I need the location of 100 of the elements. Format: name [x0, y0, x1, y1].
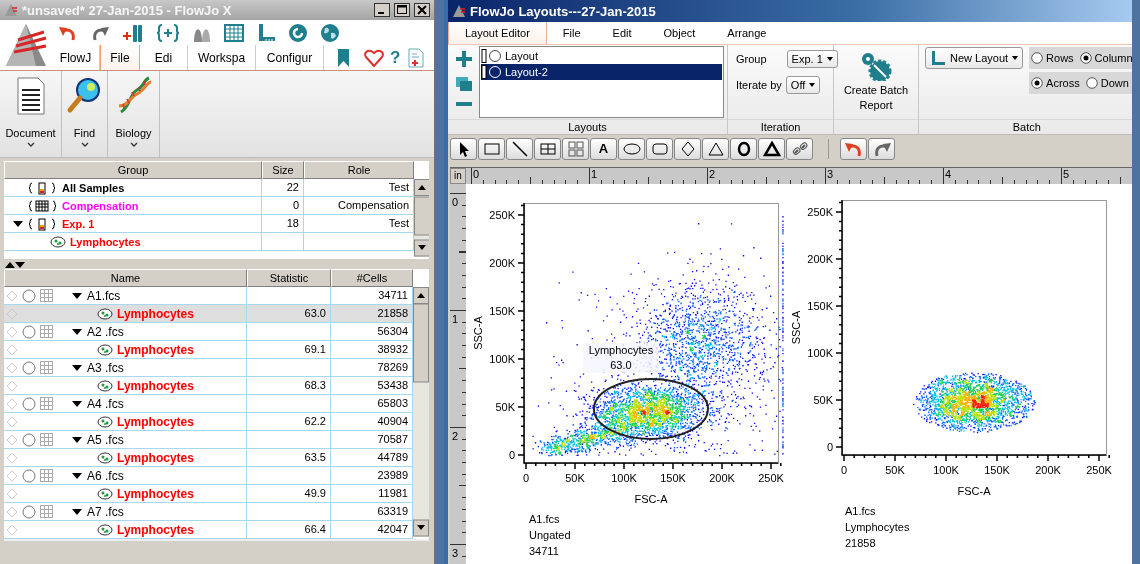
column-header[interactable]: Name: [4, 269, 247, 287]
table-row[interactable]: Lymphocytes 62.2 40904: [4, 413, 413, 431]
layout-item[interactable]: Layout: [481, 48, 722, 64]
layout-item[interactable]: Layout-2: [481, 64, 722, 80]
circle-icon[interactable]: [22, 432, 36, 447]
column-header[interactable]: #Cells: [331, 269, 413, 287]
group-name[interactable]: Exp. 1: [62, 217, 95, 230]
radio-option[interactable]: Rows: [1031, 52, 1074, 64]
menu-tab[interactable]: File: [546, 22, 597, 44]
duplicate-icon[interactable]: [455, 76, 473, 92]
radio-unchecked-icon: [1031, 52, 1044, 64]
gate-name[interactable]: Lymphocytes: [117, 378, 194, 393]
tool-button[interactable]: [506, 137, 533, 160]
expanded-triangle-icon[interactable]: [71, 470, 83, 481]
sample-name[interactable]: A7 .fcs: [87, 504, 124, 519]
table-row[interactable]: A4 .fcs 65803: [4, 395, 413, 413]
group-name[interactable]: Lymphocytes: [70, 235, 141, 248]
braces-icon[interactable]: [156, 22, 180, 43]
radio-option[interactable]: Column: [1079, 52, 1132, 64]
globe-icon[interactable]: [320, 22, 340, 43]
group-dropdown[interactable]: Exp. 1: [786, 50, 838, 68]
group-name[interactable]: All Samples: [62, 181, 125, 194]
minimize-icon[interactable]: [374, 3, 390, 17]
tool-button[interactable]: [730, 137, 757, 160]
plus-icon[interactable]: [455, 50, 473, 68]
gate-name[interactable]: Lymphocytes: [117, 342, 194, 357]
tool-button[interactable]: [618, 137, 645, 160]
gate-name[interactable]: Lymphocytes: [117, 414, 194, 429]
ribbon-button[interactable]: Find: [62, 71, 108, 157]
table-row[interactable]: Lymphocytes 68.3 53438: [4, 377, 413, 395]
menu-tab[interactable]: Arrange: [711, 22, 783, 44]
ribbon-tab[interactable]: Workspa: [188, 45, 256, 70]
expanded-triangle-icon[interactable]: [12, 218, 24, 229]
expanded-triangle-icon[interactable]: [71, 506, 83, 517]
table-row[interactable]: Lymphocytes 63.5 44789: [4, 449, 413, 467]
column-header[interactable]: Role: [304, 161, 414, 179]
maximize-icon[interactable]: [394, 3, 410, 17]
table-row[interactable]: Lymphocytes 69.1 38932: [4, 341, 413, 359]
document-plus-icon[interactable]: [406, 47, 427, 68]
radio-option[interactable]: Down: [1085, 77, 1129, 89]
expanded-triangle-icon[interactable]: [71, 398, 83, 409]
create-batch-report-button[interactable]: Create Batch Report: [836, 47, 916, 113]
gate-name[interactable]: Lymphocytes: [117, 522, 194, 537]
ruler-l-icon[interactable]: [256, 22, 276, 43]
menu-tab[interactable]: Object: [647, 22, 712, 44]
circle-icon[interactable]: [22, 396, 36, 411]
heart-icon[interactable]: [364, 47, 384, 68]
text-tool-button[interactable]: A: [590, 137, 617, 160]
minus-icon[interactable]: [455, 100, 473, 108]
column-header[interactable]: Size: [262, 161, 304, 179]
add-tube-icon[interactable]: [122, 22, 144, 43]
expanded-triangle-icon[interactable]: [71, 434, 83, 445]
ribbon-tab[interactable]: Edi: [140, 45, 188, 70]
expanded-triangle-icon[interactable]: [71, 326, 83, 337]
grid-icon[interactable]: [224, 22, 244, 43]
circle-icon[interactable]: [22, 324, 36, 339]
tool-button[interactable]: [758, 137, 785, 160]
table-row[interactable]: A6 .fcs 23989: [4, 467, 413, 485]
table-row[interactable]: Lymphocytes 49.9 11981: [4, 485, 413, 503]
iterate-dropdown[interactable]: Off: [785, 76, 821, 94]
table-row[interactable]: A7 .fcs 63319: [4, 503, 413, 521]
tool-button[interactable]: [450, 137, 477, 160]
column-header[interactable]: Group: [4, 161, 262, 179]
tool-button[interactable]: [646, 137, 673, 160]
circle-icon[interactable]: [22, 288, 36, 303]
ribbon-button[interactable]: Document: [0, 71, 62, 157]
menu-tab[interactable]: Layout Editor: [448, 22, 547, 44]
circle-icon[interactable]: [22, 360, 36, 375]
sample-name[interactable]: A4 .fcs: [87, 396, 124, 411]
sample-name[interactable]: A3 .fcs: [87, 360, 124, 375]
close-icon[interactable]: [414, 3, 430, 17]
expanded-triangle-icon[interactable]: [71, 290, 83, 301]
gate-name[interactable]: Lymphocytes: [117, 450, 194, 465]
table-row[interactable]: A5 .fcs 70587: [4, 431, 413, 449]
swirl-icon[interactable]: [288, 22, 308, 43]
gate-ellipse[interactable]: [592, 377, 709, 440]
help-button[interactable]: ?: [384, 47, 407, 68]
table-row[interactable]: A2 .fcs 56304: [4, 323, 413, 341]
radio-option[interactable]: Across: [1031, 77, 1080, 89]
column-header[interactable]: Statistic: [247, 269, 331, 287]
tool-button[interactable]: [702, 137, 729, 160]
sample-name[interactable]: A6 .fcs: [87, 468, 124, 483]
table-row[interactable]: Lymphocytes 66.4 42047: [4, 521, 413, 539]
ribbon-tab[interactable]: Configur: [256, 45, 324, 70]
splitter-arrows-icon[interactable]: [4, 260, 26, 268]
ribbon-button[interactable]: Biology: [108, 71, 160, 157]
sample-name[interactable]: A1.fcs: [87, 288, 121, 303]
gate-name[interactable]: Lymphocytes: [117, 486, 194, 501]
table-row[interactable]: A3 .fcs 78269: [4, 359, 413, 377]
circle-icon[interactable]: [22, 468, 36, 483]
ribbon-tab[interactable]: File: [100, 45, 140, 70]
sample-name[interactable]: A2 .fcs: [87, 324, 124, 339]
circle-icon[interactable]: [22, 504, 36, 519]
tool-button[interactable]: [534, 137, 561, 160]
caption-line: 21858: [845, 536, 877, 551]
menu-tab[interactable]: Edit: [596, 22, 648, 44]
expanded-triangle-icon[interactable]: [71, 362, 83, 373]
sample-name[interactable]: A5 .fcs: [87, 432, 124, 447]
tool-button[interactable]: [674, 137, 701, 160]
new-layout-button[interactable]: New Layout: [925, 47, 1024, 69]
